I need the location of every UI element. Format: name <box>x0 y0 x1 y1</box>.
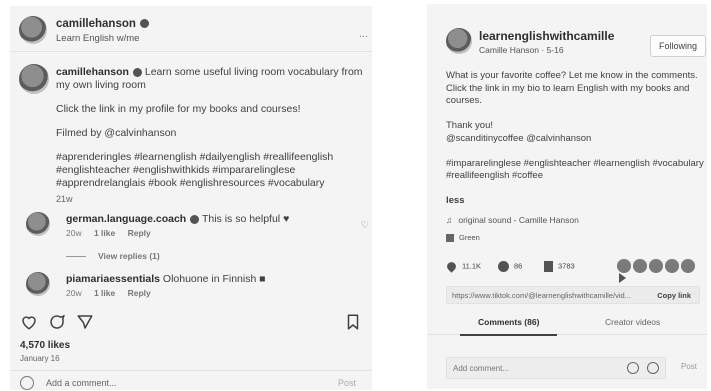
emoji-icon[interactable] <box>647 362 659 374</box>
instagram-post-panel: camillehanson Learn English w/me ... cam… <box>10 6 372 390</box>
following-button[interactable]: Following <box>650 35 706 57</box>
caption-hashtags[interactable]: #impararelinglese #englishteacher #learn… <box>446 158 704 183</box>
share-icon[interactable] <box>76 313 94 331</box>
less-toggle[interactable]: less <box>446 195 704 208</box>
header-subtitle: Learn English w/me <box>56 33 140 44</box>
caption-hashtags[interactable]: #aprenderingles #learnenglish #dailyengl… <box>56 151 366 190</box>
caption-time: 21w <box>56 194 73 204</box>
share-link-icon[interactable] <box>633 259 647 273</box>
tiktok-post-panel: learnenglishwithcamille Camille Hanson ·… <box>427 4 707 389</box>
caption-filmed-by: Filmed by @calvinhanson <box>56 127 177 139</box>
tab-creator-videos[interactable]: Creator videos <box>605 317 660 327</box>
avatar[interactable] <box>446 28 472 54</box>
add-comment-bar: Add a comment... Post <box>10 370 372 390</box>
share-options <box>617 259 704 284</box>
flag-emoji-icon: ■ <box>259 273 266 285</box>
like-count: 11.1K <box>462 261 482 271</box>
comment-meta: 20w 1 like Reply <box>66 288 161 298</box>
header-username[interactable]: camillehanson <box>56 18 149 30</box>
reply-button[interactable]: Reply <box>128 288 151 298</box>
sound-link[interactable]: ♫ original sound - Camille Hanson <box>446 215 579 225</box>
share-whatsapp-icon[interactable] <box>649 259 663 273</box>
add-comment-field[interactable]: Add comment... <box>446 357 666 379</box>
avatar[interactable] <box>19 16 47 44</box>
heart-emoji-icon: ♥ <box>283 213 290 225</box>
heart-icon[interactable] <box>20 313 38 331</box>
comment-likes[interactable]: 1 like <box>94 228 115 238</box>
reply-button[interactable]: Reply <box>128 228 151 238</box>
comment-body: piamariaessentials Olohuone in Finnish ■ <box>66 273 266 285</box>
commenter-username[interactable]: piamariaessentials <box>66 273 160 285</box>
more-options-icon[interactable]: ... <box>359 28 368 40</box>
view-replies-button[interactable]: View replies (1) <box>66 251 160 261</box>
author-and-date: Camille Hanson · 5-16 <box>479 45 564 55</box>
caption-mentions[interactable]: @scanditinycoffee @calvinhanson <box>446 133 591 144</box>
caption-thanks: Thank you! <box>446 120 493 131</box>
username-text[interactable]: camillehanson <box>56 18 136 30</box>
commenter-avatar[interactable] <box>26 272 50 296</box>
post-comment-button[interactable]: Post <box>338 378 356 388</box>
commenter-username[interactable]: german.language.coach <box>66 213 186 225</box>
save-stat[interactable]: 3783 <box>544 261 575 272</box>
share-messenger-icon[interactable] <box>665 259 679 273</box>
verified-icon <box>190 214 200 224</box>
heart-icon[interactable] <box>445 260 458 273</box>
comment-text: This is so helpful <box>201 213 281 225</box>
add-comment-placeholder: Add comment... <box>453 364 510 373</box>
caption-avatar[interactable] <box>19 64 49 94</box>
tiktok-username[interactable]: learnenglishwithcamille <box>479 29 614 43</box>
share-embed-icon[interactable] <box>617 259 631 273</box>
share-more-icon[interactable] <box>619 273 626 284</box>
comment-count: 86 <box>514 261 523 271</box>
verified-icon <box>132 67 142 77</box>
comment-text: Olohuone in Finnish <box>162 273 257 285</box>
like-comment-icon[interactable]: ♡ <box>361 220 369 231</box>
post-action-bar <box>20 313 362 333</box>
post-caption: camillehanson Learn some useful living r… <box>56 66 366 206</box>
comment-body: german.language.coach This is so helpful… <box>66 213 289 225</box>
music-note-icon: ♫ <box>446 215 453 225</box>
commenter-avatar[interactable] <box>26 212 50 236</box>
sound-name[interactable]: original sound - Camille Hanson <box>458 215 578 225</box>
engagement-stats: 11.1K 86 3783 <box>445 259 704 284</box>
bookmark-icon[interactable] <box>344 313 362 331</box>
caption-paragraph: What is your favorite coffee? Let me kno… <box>446 70 698 106</box>
save-count: 3783 <box>558 261 575 271</box>
effect-tag[interactable]: Green <box>446 231 480 244</box>
share-facebook-icon[interactable] <box>681 259 695 273</box>
copy-link-button[interactable]: Copy link <box>657 291 691 300</box>
comment-time: 20w <box>66 288 82 298</box>
verified-icon <box>139 19 149 29</box>
comment-time: 20w <box>66 228 82 238</box>
tiktok-tabs: Comments (86) Creator videos <box>427 309 707 336</box>
add-comment-input[interactable]: Add a comment... <box>46 378 117 388</box>
mention-icon[interactable] <box>627 362 639 374</box>
post-date: January 16 <box>20 354 60 363</box>
caption-username[interactable]: camillehanson <box>56 66 129 78</box>
video-url: https://www.tiktok.com/@learnenglishwith… <box>452 291 631 300</box>
like-stat[interactable]: 11.1K <box>445 260 482 273</box>
likes-count[interactable]: 4,570 likes <box>20 340 70 351</box>
video-caption: What is your favorite coffee? Let me kno… <box>446 70 704 220</box>
post-comment-button[interactable]: Post <box>681 362 697 371</box>
comment-likes[interactable]: 1 like <box>94 288 115 298</box>
caption-link-line: Click the link in my profile for my book… <box>56 103 301 115</box>
tab-comments[interactable]: Comments (86) <box>459 317 558 336</box>
comment-icon[interactable] <box>48 313 66 331</box>
emoji-icon[interactable] <box>20 376 34 390</box>
comment-stat[interactable]: 86 <box>498 261 522 272</box>
comment-bubble-icon[interactable] <box>498 261 509 272</box>
video-url-field[interactable]: https://www.tiktok.com/@learnenglishwith… <box>446 286 700 304</box>
bookmark-icon[interactable] <box>544 261 553 272</box>
post-header: camillehanson Learn English w/me ... <box>10 6 372 52</box>
comment-meta: 20w 1 like Reply <box>66 228 161 238</box>
